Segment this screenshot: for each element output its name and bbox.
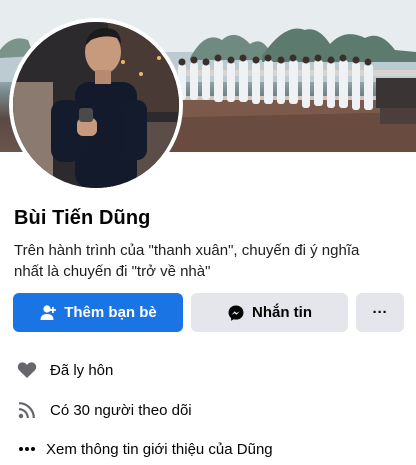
profile-bio-line: nhất là chuyến đi "trở về nhà" <box>14 263 211 280</box>
messenger-icon <box>227 304 245 322</box>
ellipsis-icon <box>16 438 38 460</box>
more-options-button[interactable]: ··· <box>356 293 404 332</box>
person-plus-icon <box>39 304 57 322</box>
avatar-image <box>13 22 179 188</box>
relationship-status: Đã ly hôn <box>16 358 113 382</box>
see-about-text: Xem thông tin giới thiệu của Dũng <box>46 440 273 458</box>
profile-bio: Trên hành trình của "thanh xuân", chuyến… <box>14 240 406 282</box>
message-button[interactable]: Nhắn tin <box>191 293 348 332</box>
rss-feed-icon <box>16 399 38 421</box>
followers-text: Có 30 người theo dõi <box>50 401 192 419</box>
followers-info[interactable]: Có 30 người theo dõi <box>16 398 192 422</box>
profile-bio-line: Trên hành trình của "thanh xuân", chuyến… <box>14 242 360 259</box>
avatar <box>13 22 179 188</box>
profile-picture[interactable] <box>9 18 183 192</box>
message-label: Nhắn tin <box>252 304 312 321</box>
relationship-text: Đã ly hôn <box>50 361 114 379</box>
add-friend-button[interactable]: Thêm bạn bè <box>13 293 183 332</box>
more-dots-icon: ··· <box>372 304 388 321</box>
profile-actions: Thêm bạn bè Nhắn tin ··· <box>13 293 404 332</box>
profile-name: Bùi Tiến Dũng <box>14 207 151 229</box>
see-about-link[interactable]: Xem thông tin giới thiệu của Dũng <box>16 437 273 461</box>
heart-icon <box>16 359 38 381</box>
add-friend-label: Thêm bạn bè <box>64 304 157 321</box>
